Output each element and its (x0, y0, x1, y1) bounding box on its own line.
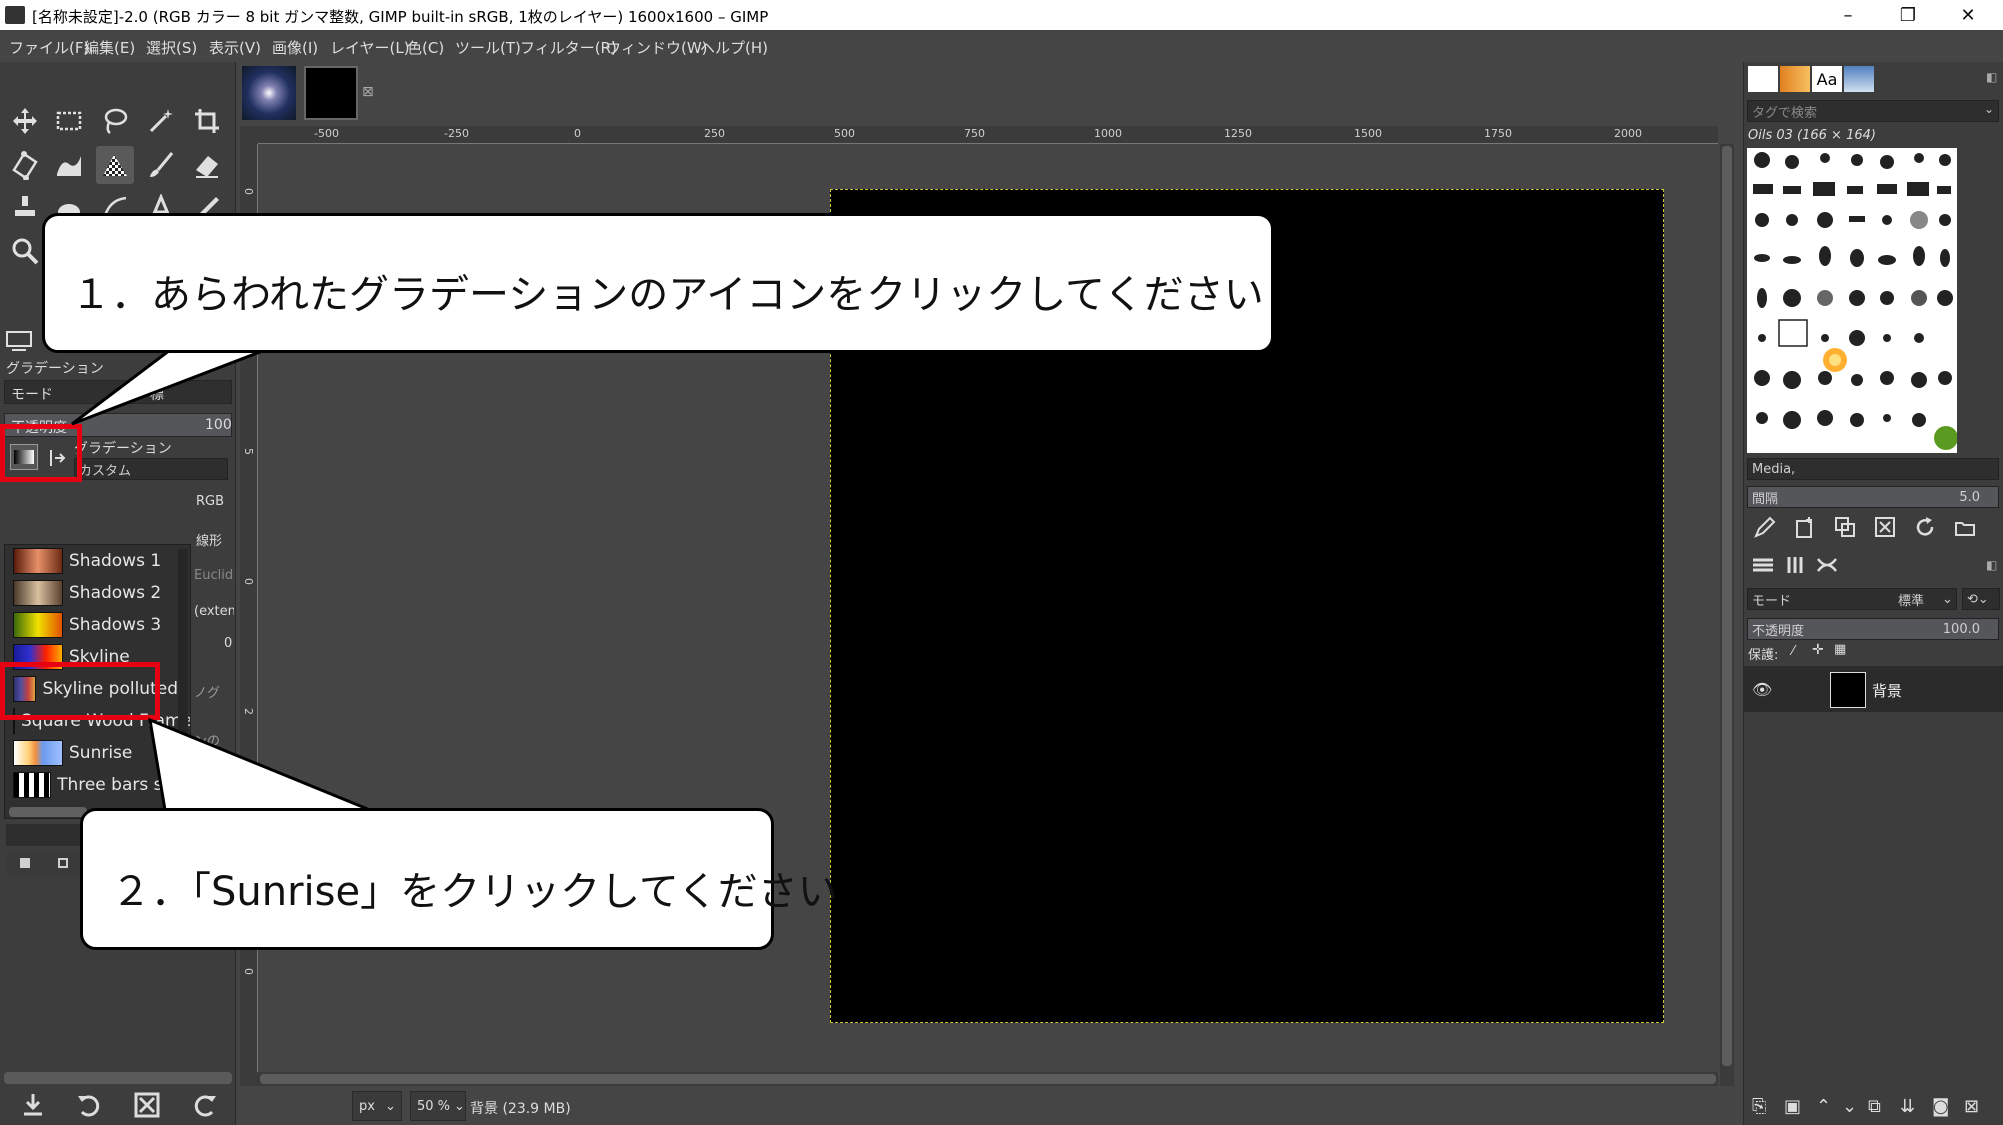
callout-step-2: ２．「Sunrise」をクリックしてください (80, 808, 838, 950)
callout-step-1: １．あらわれたグラデーションのアイコンをクリックしてください (42, 213, 1274, 353)
callout-tails (71, 348, 371, 812)
callout-2-tail (148, 717, 371, 812)
callout-1-text: １．あらわれたグラデーションのアイコンをクリックしてください (71, 272, 1264, 318)
callout-1-tail (71, 348, 266, 426)
callout-2-text: ２．「Sunrise」をクリックしてください (111, 869, 838, 915)
